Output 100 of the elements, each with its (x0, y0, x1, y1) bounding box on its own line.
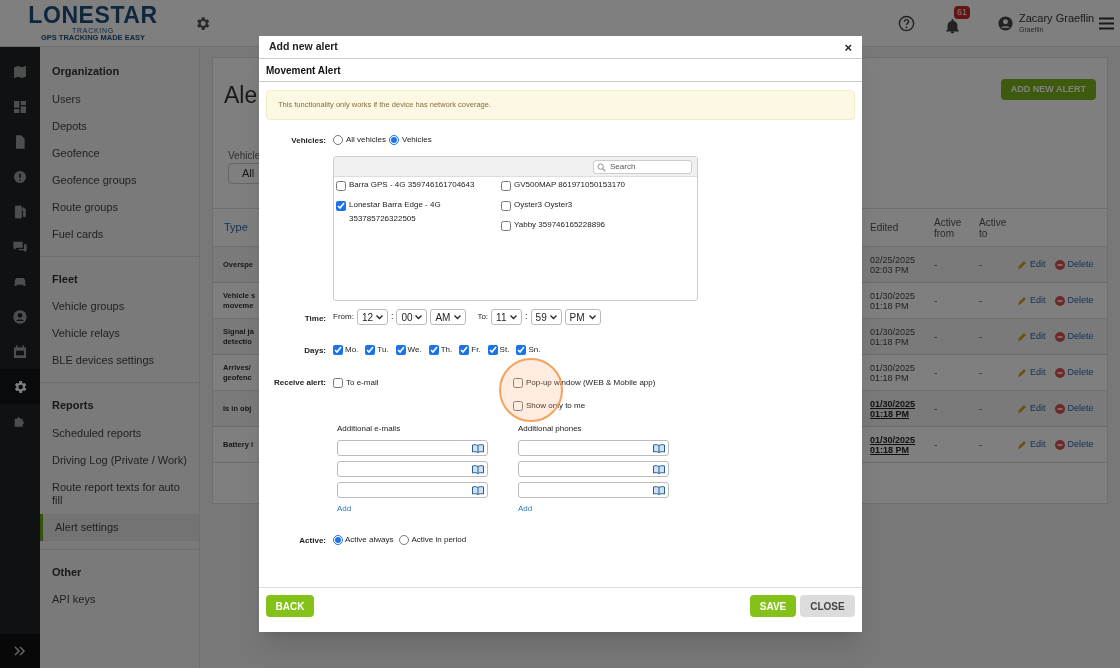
checkbox[interactable] (395, 345, 406, 355)
time-select[interactable]: 11 (491, 309, 523, 325)
edit-link[interactable]: Edit (1030, 437, 1046, 452)
notification-bell-icon[interactable] (944, 17, 961, 35)
input-field[interactable] (337, 440, 488, 456)
pencil-icon[interactable] (1017, 367, 1027, 378)
book-icon[interactable] (472, 464, 484, 474)
dashboard-icon[interactable] (12, 98, 28, 115)
delete-icon[interactable] (1054, 439, 1065, 450)
input-field[interactable] (518, 461, 669, 477)
save-button[interactable]: SAVE (750, 595, 796, 617)
delete-icon[interactable] (1054, 259, 1065, 270)
checkbox[interactable] (365, 345, 376, 355)
checkbox[interactable] (333, 378, 343, 388)
delete-icon[interactable] (1054, 403, 1065, 414)
edit-link[interactable]: Edit (1030, 401, 1046, 416)
alert-icon[interactable] (12, 168, 28, 185)
sidebar-item[interactable]: Geofence (40, 139, 199, 167)
checkbox[interactable] (513, 401, 523, 411)
time-select[interactable]: AM (430, 309, 467, 325)
pencil-icon[interactable] (1017, 295, 1027, 306)
checkbox[interactable] (501, 201, 511, 211)
radio-button[interactable] (333, 135, 343, 145)
double-chevron-icon[interactable] (14, 646, 26, 656)
fuel-pump-icon[interactable] (12, 203, 28, 220)
delete-icon[interactable] (1054, 367, 1065, 378)
checkbox[interactable] (459, 345, 470, 355)
back-button[interactable]: BACK (266, 595, 314, 617)
add-link[interactable]: Add (337, 503, 352, 515)
help-icon[interactable] (898, 14, 915, 32)
settings-icon[interactable] (12, 378, 28, 395)
close-button[interactable]: × (844, 40, 852, 54)
map-icon[interactable] (12, 63, 28, 80)
delete-link[interactable]: Delete (1067, 365, 1094, 380)
menu-icon[interactable] (1099, 16, 1114, 30)
time-select[interactable]: 12 (356, 309, 388, 325)
sidebar-item[interactable]: Route report texts for auto fill (40, 473, 199, 514)
checkbox[interactable] (516, 345, 527, 355)
delete-link[interactable]: Delete (1067, 293, 1094, 308)
checkbox[interactable] (428, 345, 439, 355)
edit-link[interactable]: Edit (1030, 293, 1046, 308)
checkbox[interactable] (336, 201, 346, 211)
sidebar-item[interactable]: Users (40, 85, 199, 113)
sidebar-item[interactable]: Route groups (40, 193, 199, 221)
settings-icon[interactable] (194, 14, 211, 32)
sidebar-item[interactable]: BLE devices settings (40, 347, 199, 374)
edit-link[interactable]: Edit (1030, 329, 1046, 344)
delete-icon[interactable] (1054, 295, 1065, 306)
checkbox[interactable] (513, 378, 523, 388)
sidebar-item[interactable]: API keys (40, 586, 199, 613)
time-select[interactable]: PM (564, 309, 601, 325)
checkbox[interactable] (487, 345, 498, 355)
close-dialog-button[interactable]: CLOSE (800, 595, 855, 617)
active-to: - (979, 258, 984, 272)
book-icon[interactable] (472, 443, 484, 453)
delete-icon[interactable] (1054, 331, 1065, 342)
input-field[interactable] (337, 461, 488, 477)
sidebar-item[interactable]: Alert settings (40, 513, 199, 541)
sidebar-item[interactable]: Geofence groups (40, 166, 199, 194)
delete-link[interactable]: Delete (1067, 257, 1094, 272)
sidebar-item[interactable]: Fuel cards (40, 220, 199, 248)
checkbox[interactable] (333, 345, 343, 355)
sidebar-item[interactable]: Depots (40, 112, 199, 140)
radio-button[interactable] (399, 535, 410, 545)
search-field[interactable]: Search (593, 159, 692, 174)
sidebar-item[interactable]: Vehicle groups (40, 293, 199, 320)
edit-link[interactable]: Edit (1030, 257, 1046, 272)
book-icon[interactable] (653, 464, 665, 474)
add-link[interactable]: Add (518, 503, 533, 515)
sidebar-item[interactable]: Vehicle relays (40, 320, 199, 347)
time-select[interactable]: 00 (396, 309, 428, 325)
notification-count: 61 (954, 5, 970, 19)
radio-button[interactable] (333, 535, 343, 545)
input-field[interactable] (337, 482, 488, 498)
time-select[interactable]: 59 (530, 309, 562, 325)
user-name[interactable]: Zacary Graeflin (1019, 11, 1099, 26)
checkbox[interactable] (501, 221, 511, 231)
book-icon[interactable] (653, 443, 665, 453)
pencil-icon[interactable] (1017, 439, 1027, 450)
radio-button[interactable] (389, 135, 399, 145)
book-icon[interactable] (653, 485, 665, 495)
input-field[interactable] (518, 440, 669, 456)
sidebar-item[interactable]: Driving Log (Private / Work) (40, 446, 199, 474)
checkbox[interactable] (501, 181, 511, 191)
field-label: Days: (304, 345, 326, 357)
book-icon[interactable] (472, 485, 484, 495)
column-header[interactable]: Type (213, 219, 260, 236)
calendar-icon[interactable] (12, 343, 28, 360)
to-label: To: (477, 311, 489, 323)
delete-link[interactable]: Delete (1067, 329, 1094, 344)
sidebar-item[interactable]: Scheduled reports (40, 419, 199, 447)
add-new-alert-button[interactable]: ADD NEW ALERT (1000, 79, 1096, 100)
user-avatar-icon[interactable] (997, 14, 1014, 32)
input-field[interactable] (518, 482, 669, 498)
delete-link[interactable]: Delete (1067, 437, 1094, 452)
checkbox[interactable] (336, 181, 346, 191)
edit-link[interactable]: Edit (1030, 365, 1046, 380)
user-icon[interactable] (12, 308, 28, 325)
section-heading: Fleet (51, 271, 79, 287)
delete-link[interactable]: Delete (1067, 401, 1094, 416)
